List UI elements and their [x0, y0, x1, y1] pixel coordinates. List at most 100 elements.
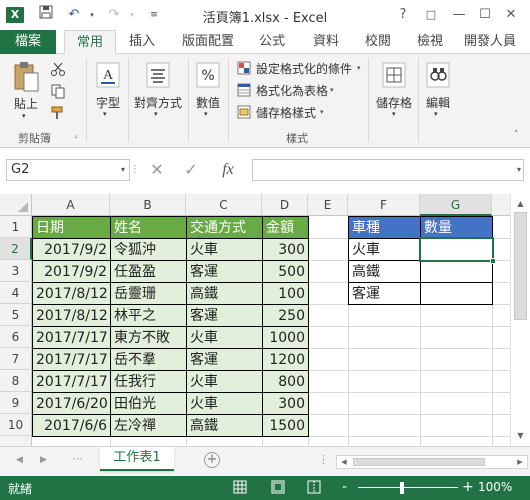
copy-icon[interactable] — [48, 82, 68, 100]
maximize-button[interactable]: ☐ — [474, 4, 496, 26]
editing-dropdown-icon[interactable]: ▾ — [434, 110, 438, 118]
zoom-slider[interactable] — [358, 487, 458, 488]
paste-dropdown-icon[interactable]: ▾ — [22, 112, 26, 120]
cut-icon[interactable] — [48, 60, 68, 78]
close-button[interactable]: ✕ — [500, 4, 522, 26]
table-cell-amount[interactable]: 500 — [262, 260, 309, 283]
format-as-table-label[interactable]: 格式化為表格 — [256, 82, 328, 99]
expand-formula-bar-icon[interactable]: ▾ — [512, 159, 526, 181]
vertical-scrollbar[interactable]: ▲ ▼ — [510, 194, 530, 446]
table-cell-amount[interactable]: 300 — [262, 238, 309, 261]
fill-handle[interactable] — [490, 258, 496, 264]
cell-styles-dropdown-icon[interactable]: ▾ — [320, 108, 324, 116]
ribbon-display-options-button[interactable]: □ — [420, 4, 442, 26]
minimize-button[interactable]: — — [448, 4, 470, 26]
table-cell-transport[interactable]: 客運 — [186, 260, 263, 283]
summary-cell-type[interactable]: 火車 — [348, 238, 421, 261]
table-cell-name[interactable]: 左冷禪 — [110, 414, 187, 437]
format-as-table-icon[interactable] — [236, 82, 252, 98]
table-cell-name[interactable]: 任我行 — [110, 370, 187, 393]
tab-formulas[interactable]: 公式 — [252, 30, 292, 54]
row-header-10[interactable]: 10 — [0, 414, 32, 436]
table-cell-name[interactable]: 任盈盈 — [110, 260, 187, 283]
active-cell-selection[interactable] — [419, 237, 494, 262]
table-cell-date[interactable]: 2017/9/2 — [32, 238, 111, 261]
cells-dropdown-icon[interactable]: ▾ — [392, 110, 396, 118]
zoom-in-button[interactable]: + — [462, 479, 474, 495]
row-header-5[interactable]: 5 — [0, 304, 32, 326]
next-sheet-icon[interactable]: ▶ — [40, 455, 47, 465]
table-cell-name[interactable]: 岳不羣 — [110, 348, 187, 371]
row-header-8[interactable]: 8 — [0, 370, 32, 392]
table-cell-transport[interactable]: 高鐵 — [186, 282, 263, 305]
table-cell-transport[interactable]: 火車 — [186, 370, 263, 393]
sheet-list-icon[interactable]: ⋯ — [72, 452, 83, 465]
row-header-11[interactable] — [0, 436, 32, 446]
row-header-3[interactable]: 3 — [0, 260, 32, 282]
enter-entry-button[interactable]: ✓ — [180, 159, 202, 181]
table-cell-date[interactable]: 2017/7/17 — [32, 326, 111, 349]
table-cell-amount[interactable]: 1200 — [262, 348, 309, 371]
cancel-entry-button[interactable]: ✕ — [146, 159, 168, 181]
row-header-6[interactable]: 6 — [0, 326, 32, 348]
table-cell-transport[interactable]: 火車 — [186, 326, 263, 349]
scroll-up-icon[interactable]: ▲ — [511, 196, 530, 212]
summary-cell-count[interactable] — [420, 260, 493, 283]
table-cell-amount[interactable]: 1500 — [262, 414, 309, 437]
cells-label[interactable]: 儲存格 — [376, 94, 412, 111]
format-painter-icon[interactable] — [48, 104, 68, 122]
tab-developer[interactable]: 開發人員 — [464, 30, 528, 54]
paste-label[interactable]: 貼上 — [14, 95, 38, 112]
table-cell-transport[interactable]: 客運 — [186, 304, 263, 327]
table-cell-transport[interactable]: 客運 — [186, 348, 263, 371]
tab-insert[interactable]: 插入 — [122, 30, 162, 54]
paste-icon[interactable] — [10, 60, 42, 94]
page-break-preview-icon[interactable] — [306, 480, 322, 496]
scroll-down-icon[interactable]: ▼ — [511, 428, 530, 444]
add-sheet-button[interactable]: + — [204, 452, 220, 468]
table-cell-transport[interactable]: 火車 — [186, 392, 263, 415]
tab-file[interactable]: 檔案 — [0, 30, 56, 54]
table-cell-name[interactable]: 東方不敗 — [110, 326, 187, 349]
sheet-tab-1[interactable]: 工作表1 — [100, 447, 174, 471]
font-dropdown-icon[interactable]: ▾ — [103, 110, 107, 118]
table-cell-name[interactable]: 令狐沖 — [110, 238, 187, 261]
cell-styles-icon[interactable] — [236, 104, 252, 120]
summary-cell-count[interactable] — [420, 282, 493, 305]
table-header-cell[interactable]: 日期 — [32, 216, 111, 239]
table-cell-name[interactable]: 田伯光 — [110, 392, 187, 415]
number-label[interactable]: 數值 — [196, 94, 220, 111]
scroll-right-icon[interactable]: ▶ — [513, 456, 527, 468]
number-format-icon[interactable]: % — [194, 60, 222, 90]
table-cell-date[interactable]: 2017/7/17 — [32, 370, 111, 393]
name-box-dropdown-icon[interactable]: ▾ — [121, 160, 125, 180]
zoom-out-button[interactable]: - — [342, 479, 347, 495]
page-layout-view-icon[interactable] — [270, 480, 286, 496]
number-dropdown-icon[interactable]: ▾ — [204, 110, 208, 118]
table-cell-date[interactable]: 2017/7/17 — [32, 348, 111, 371]
help-button[interactable]: ? — [392, 4, 414, 26]
scroll-left-icon[interactable]: ◀ — [337, 456, 351, 468]
editing-label[interactable]: 編輯 — [426, 94, 450, 111]
font-icon[interactable]: A — [94, 60, 122, 90]
alignment-icon[interactable] — [144, 60, 172, 90]
table-cell-date[interactable]: 2017/8/12 — [32, 282, 111, 305]
table-cell-amount[interactable]: 250 — [262, 304, 309, 327]
row-header-4[interactable]: 4 — [0, 282, 32, 304]
prev-sheet-icon[interactable]: ◀ — [16, 455, 23, 465]
collapse-ribbon-icon[interactable]: ˄ — [514, 130, 519, 140]
conditional-formatting-icon[interactable] — [236, 60, 252, 76]
tab-review[interactable]: 校閱 — [358, 30, 398, 54]
zoom-level[interactable]: 100% — [478, 480, 512, 494]
row-header-2[interactable]: 2 — [0, 238, 32, 260]
column-header-d[interactable]: D — [262, 194, 308, 216]
table-cell-name[interactable]: 林平之 — [110, 304, 187, 327]
split-handle-icon[interactable]: ⋮ — [318, 453, 329, 466]
select-all-button[interactable] — [0, 194, 32, 216]
column-header-c[interactable]: C — [186, 194, 262, 216]
table-header-cell[interactable]: 金額 — [262, 216, 309, 239]
column-header-g[interactable]: G — [420, 194, 492, 216]
conditional-formatting-label[interactable]: 設定格式化的條件 — [256, 60, 352, 77]
table-cell-date[interactable]: 2017/6/6 — [32, 414, 111, 437]
font-label[interactable]: 字型 — [96, 94, 120, 111]
